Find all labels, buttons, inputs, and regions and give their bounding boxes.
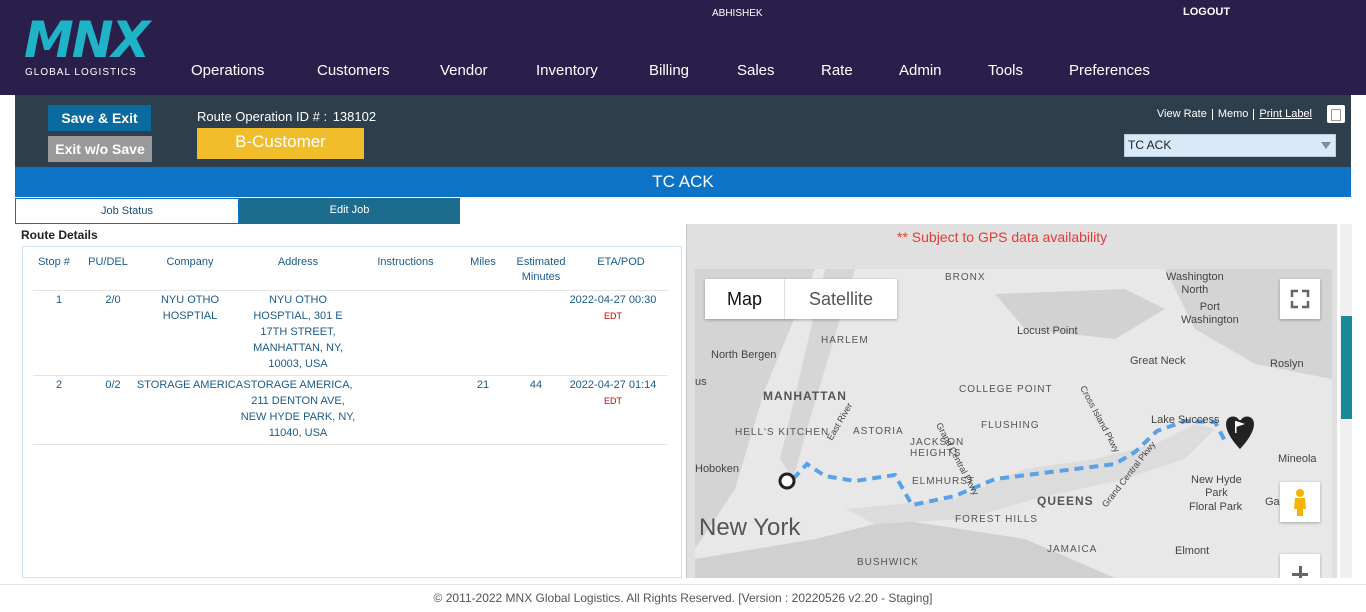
map-label: BUSHWICK [857,557,919,568]
column-header: Instructions [377,256,434,268]
page-scrollbar-thumb[interactable] [1341,316,1352,419]
action-links: View Rate Memo Print Label [1152,108,1317,120]
page-title: TC ACK [15,167,1351,197]
map-label: BRONX [945,272,986,283]
fullscreen-icon[interactable] [1280,279,1320,319]
map-type-toggle: Map Satellite [705,279,897,319]
map-label: Mineola [1278,453,1317,465]
row-divider [33,375,668,376]
map-label: Port Washington [1181,301,1239,326]
map-label: Great Neck [1130,355,1186,367]
nav-operations[interactable]: Operations [191,62,264,79]
logo-subtitle: GLOBAL LOGISTICS [25,67,137,78]
status-select-value: TC ACK [1128,138,1172,152]
map-label: FLUSHING [981,420,1040,431]
map-label: Elmont [1175,545,1210,557]
map-label: ASTORIA [853,426,904,437]
map-label: COLLEGE POINT [959,384,1053,395]
route-id-value: 138102 [332,109,377,124]
cell-address: STORAGE AMERICA, 211 DENTON AVE, NEW HYD… [240,379,356,439]
map-label: New Hyde Park [1191,474,1242,499]
map-label: North Bergen [711,349,777,361]
document-icon[interactable] [1327,105,1345,123]
map-label: Ga [1265,496,1280,508]
exit-without-save-button[interactable]: Exit w/o Save [48,136,152,162]
map-label: HELL'S KITCHEN [735,427,830,438]
cell-miles: 21 [476,379,490,391]
map-label: Hoboken [695,463,740,475]
satellite-view-button[interactable]: Satellite [785,279,897,319]
column-header: Address [277,256,319,268]
cell-pudel: 2/0 [105,294,121,306]
cell-minutes: 44 [529,379,543,391]
cell-eta: 2022-04-27 00:30 [569,294,657,306]
nav-admin[interactable]: Admin [899,62,942,79]
cell-stop: 1 [55,294,63,306]
street-view-pegman-icon[interactable] [1280,482,1320,522]
map-label: Lake Success [1151,414,1220,426]
mnx-logo[interactable]: MNX GLOBAL LOGISTICS [24,14,164,78]
cell-company: NYU OTHO HOSPTIAL [160,294,220,322]
cell-timezone: EDT [604,396,622,406]
customer-badge: B-Customer [197,128,364,159]
map-label: FOREST HILLS [955,514,1038,525]
map-view-button[interactable]: Map [705,279,785,319]
zoom-in-icon[interactable] [1280,554,1320,578]
route-id-label: Route Operation ID # : [197,109,328,124]
nav-billing[interactable]: Billing [649,62,689,79]
route-map[interactable]: Map Satellite BRONX Washington North Por… [695,269,1332,578]
cell-company: STORAGE AMERICA [136,379,244,391]
map-label: Roslyn [1270,358,1304,370]
cell-eta: 2022-04-27 01:14 [569,379,657,391]
username: ABHISHEK [712,8,763,19]
column-header: Stop # [38,256,70,268]
row-divider [33,290,668,291]
map-label: JAMAICA [1047,544,1098,555]
nav-sales[interactable]: Sales [737,62,775,79]
column-header: PU/DEL [88,256,128,268]
operation-bar: Save & Exit Exit w/o Save Route Operatio… [15,95,1351,167]
column-header: Estimated Minutes [516,256,566,283]
gps-note: ** Subject to GPS data availability [897,229,1108,245]
route-details-panel: Route Details Stop # PU/DEL Company Addr… [15,224,684,578]
map-label: Floral Park [1189,501,1243,513]
column-header: Company [166,256,214,268]
nav-tools[interactable]: Tools [988,62,1023,79]
save-exit-button[interactable]: Save & Exit [48,105,151,131]
footer-copyright: © 2011-2022 MNX Global Logistics. All Ri… [0,584,1366,612]
view-rate-link[interactable]: View Rate [1152,108,1212,120]
map-label: QUEENS [1037,494,1094,508]
cell-pudel: 0/2 [105,379,121,391]
row-divider [33,444,668,445]
logout-link[interactable]: LOGOUT [1183,6,1230,18]
map-label: us [695,376,707,388]
top-header: MNX GLOBAL LOGISTICS ABHISHEK LOGOUT Ope… [0,0,1366,95]
column-header: ETA/POD [597,256,645,268]
map-label: Washington North [1166,271,1224,296]
cell-timezone: EDT [604,311,622,321]
memo-link[interactable]: Memo [1213,108,1254,120]
nav-preferences[interactable]: Preferences [1069,62,1150,79]
route-operation-id: Route Operation ID # : 138102 [197,109,376,124]
chevron-down-icon [1321,142,1331,149]
map-label: HARLEM [821,335,869,346]
map-label: Locust Point [1017,325,1078,337]
route-details-heading: Route Details [21,228,98,242]
cell-stop: 2 [55,379,63,391]
status-select[interactable]: TC ACK [1124,134,1336,157]
nav-customers[interactable]: Customers [317,62,390,79]
column-header: Miles [470,256,496,268]
logo-mark: MNX [24,11,150,69]
cell-address: NYU OTHO HOSPTIAL, 301 E 17TH STREET, MA… [253,294,343,370]
nav-rate[interactable]: Rate [821,62,853,79]
print-label-link[interactable]: Print Label [1254,108,1317,120]
map-label: New York [699,514,801,541]
map-label: MANHATTAN [763,389,847,403]
map-panel: ** Subject to GPS data availability Map … [686,224,1337,578]
nav-vendor[interactable]: Vendor [440,62,488,79]
route-table: Stop # PU/DEL Company Address Instructio… [22,246,682,578]
tab-edit-job[interactable]: Edit Job [239,198,460,224]
tab-job-status[interactable]: Job Status [15,198,239,224]
nav-inventory[interactable]: Inventory [536,62,598,79]
